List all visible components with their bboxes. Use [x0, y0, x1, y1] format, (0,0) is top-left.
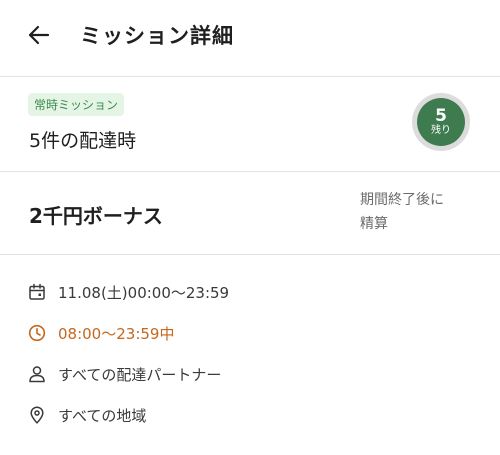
settlement-note-line2: 精算: [360, 216, 388, 232]
mission-type-badge: 常時ミッション: [28, 93, 125, 116]
page-title: ミッション詳細: [80, 24, 234, 48]
time-text: 08:00～23:59中: [58, 324, 175, 343]
remaining-label: 残り: [431, 125, 451, 136]
mission-condition: 5件の配達時: [29, 130, 137, 152]
partner-row: すべての配達パートナー: [28, 363, 221, 385]
location-pin-icon: [30, 406, 44, 424]
remaining-count: 5: [435, 106, 447, 126]
area-row: すべての地域: [28, 404, 146, 426]
person-icon: [29, 366, 45, 383]
settlement-note: 期間終了後に 精算: [360, 188, 470, 236]
date-text: 11.08(土)00:00～23:59: [58, 283, 230, 302]
divider: [0, 76, 500, 77]
back-button[interactable]: [26, 22, 52, 48]
header-bar: ミッション詳細: [0, 0, 500, 76]
divider: [0, 254, 500, 255]
remaining-count-indicator: 5 残り: [412, 93, 470, 151]
area-text: すべての地域: [58, 406, 147, 425]
partner-text: すべての配達パートナー: [58, 365, 222, 384]
date-row: 11.08(土)00:00～23:59: [28, 281, 229, 303]
divider: [0, 171, 500, 172]
arrow-left-icon: [28, 25, 50, 45]
clock-icon: [28, 324, 46, 342]
time-row: 08:00～23:59中: [28, 322, 174, 344]
settlement-note-line1: 期間終了後に: [360, 192, 444, 208]
calendar-icon: [29, 283, 45, 300]
reward-title: 2千円ボーナス: [29, 204, 163, 228]
remaining-count-circle: 5 残り: [417, 98, 465, 146]
